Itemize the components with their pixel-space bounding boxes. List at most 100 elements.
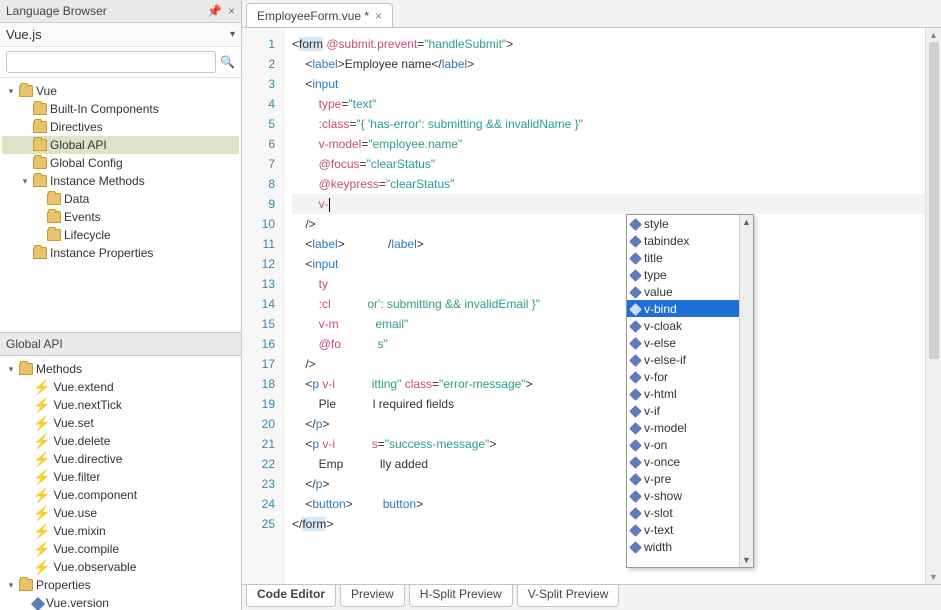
tree-item[interactable]: Global Config (2, 154, 239, 172)
autocomplete-item[interactable]: v-on (627, 436, 739, 453)
tree-item[interactable]: ⚡Vue.observable (2, 558, 239, 576)
tree-toggle-icon[interactable]: ▾ (20, 176, 30, 186)
autocomplete-item[interactable]: value (627, 283, 739, 300)
code-line: @focus="clearStatus" (292, 154, 925, 174)
line-number: 17 (242, 354, 275, 374)
tree-toggle-icon[interactable]: ▾ (6, 86, 16, 96)
tree-item[interactable]: Directives (2, 118, 239, 136)
close-icon[interactable]: × (228, 4, 235, 18)
tree-item[interactable]: ⚡Vue.delete (2, 432, 239, 450)
code-line: <p v-i s="success-message"> (292, 434, 925, 454)
tree-item[interactable]: Events (2, 208, 239, 226)
tree-label: Vue.use (53, 506, 97, 520)
line-number: 24 (242, 494, 275, 514)
close-icon[interactable]: × (375, 9, 382, 23)
line-number: 10 (242, 214, 275, 234)
tree-item[interactable]: ▾Vue (2, 82, 239, 100)
tree-item[interactable]: ⚡Vue.component (2, 486, 239, 504)
scroll-down-icon[interactable]: ▼ (742, 553, 751, 567)
tree-item[interactable]: ⚡Vue.mixin (2, 522, 239, 540)
tree-item[interactable]: ⚡Vue.directive (2, 450, 239, 468)
tree-item[interactable]: Instance Properties (2, 244, 239, 262)
scroll-down-icon[interactable]: ▼ (927, 570, 940, 584)
autocomplete-scrollbar[interactable]: ▲ ▼ (739, 215, 753, 567)
line-number: 7 (242, 154, 275, 174)
autocomplete-item[interactable]: width (627, 538, 739, 555)
autocomplete-item[interactable]: style (627, 215, 739, 232)
scroll-up-icon[interactable]: ▲ (927, 28, 940, 42)
code-area[interactable]: <form @submit.prevent="handleSubmit"> <l… (284, 28, 925, 584)
autocomplete-item[interactable]: v-else (627, 334, 739, 351)
tree-toggle-icon[interactable]: ▾ (6, 580, 16, 590)
code-line: <input (292, 74, 925, 94)
autocomplete-item[interactable]: title (627, 249, 739, 266)
code-line: @fo s" (292, 334, 925, 354)
tree-label: Vue.mixin (53, 524, 105, 538)
tree-item[interactable]: Vue.version (2, 594, 239, 610)
tree-item[interactable]: Global API (2, 136, 239, 154)
tree-item[interactable]: ⚡Vue.use (2, 504, 239, 522)
tree-item[interactable]: ⚡Vue.filter (2, 468, 239, 486)
search-icon[interactable]: 🔍 (220, 55, 235, 69)
code-line: v- (292, 194, 925, 214)
search-input[interactable] (6, 51, 216, 73)
tree-item[interactable]: ▾Methods (2, 360, 239, 378)
scroll-up-icon[interactable]: ▲ (742, 215, 751, 229)
tree-item[interactable]: ⚡Vue.set (2, 414, 239, 432)
autocomplete-label: title (644, 251, 663, 265)
bottom-tabbar: Code EditorPreviewH-Split PreviewV-Split… (242, 584, 941, 610)
autocomplete-item[interactable]: type (627, 266, 739, 283)
bolt-icon: ⚡ (33, 507, 50, 519)
bottom-tab[interactable]: H-Split Preview (409, 585, 513, 607)
tree-item[interactable]: ⚡Vue.nextTick (2, 396, 239, 414)
code-line: :cl or': submitting && invalidEmail }" (292, 294, 925, 314)
bottom-tab[interactable]: Code Editor (246, 585, 336, 607)
autocomplete-item[interactable]: v-if (627, 402, 739, 419)
autocomplete-item[interactable]: v-slot (627, 504, 739, 521)
line-number: 21 (242, 434, 275, 454)
autocomplete-item[interactable]: v-text (627, 521, 739, 538)
language-browser-header: Language Browser 📌 × (0, 0, 241, 23)
tree-item[interactable]: Built-In Components (2, 100, 239, 118)
tree-item[interactable]: Lifecycle (2, 226, 239, 244)
tree-item[interactable]: ⚡Vue.compile (2, 540, 239, 558)
file-tab[interactable]: EmployeeForm.vue * × (246, 3, 393, 27)
autocomplete-item[interactable]: v-pre (627, 470, 739, 487)
tree-item[interactable]: ⚡Vue.extend (2, 378, 239, 396)
editor-scrollbar[interactable]: ▲ ▼ (925, 28, 941, 584)
line-number: 5 (242, 114, 275, 134)
cube-icon (629, 354, 642, 367)
code-line: <p v-i itting" class="error-message"> (292, 374, 925, 394)
tree-item[interactable]: ▾Instance Methods (2, 172, 239, 190)
autocomplete-item[interactable]: v-for (627, 368, 739, 385)
autocomplete-item[interactable]: v-else-if (627, 351, 739, 368)
scroll-thumb[interactable] (929, 42, 939, 359)
pin-icon[interactable]: 📌 (207, 4, 222, 18)
cube-icon (629, 218, 642, 231)
bolt-icon: ⚡ (33, 381, 50, 393)
bolt-icon: ⚡ (33, 435, 50, 447)
line-number: 14 (242, 294, 275, 314)
autocomplete-item[interactable]: v-html (627, 385, 739, 402)
tree-toggle-icon[interactable]: ▾ (6, 364, 16, 374)
bottom-tab[interactable]: Preview (340, 585, 405, 607)
cube-icon (629, 422, 642, 435)
autocomplete-item[interactable]: v-cloak (627, 317, 739, 334)
language-dropdown[interactable]: Vue.js ▾ (0, 23, 241, 47)
code-line: Ple l required fields (292, 394, 925, 414)
bottom-tab[interactable]: V-Split Preview (517, 585, 620, 607)
autocomplete-item[interactable]: v-bind (627, 300, 739, 317)
bolt-icon: ⚡ (33, 525, 50, 537)
autocomplete-label: v-slot (644, 506, 673, 520)
cube-icon (629, 252, 642, 265)
autocomplete-item[interactable]: tabindex (627, 232, 739, 249)
line-number: 6 (242, 134, 275, 154)
autocomplete-item[interactable]: v-once (627, 453, 739, 470)
code-line: <input (292, 254, 925, 274)
autocomplete-item[interactable]: v-show (627, 487, 739, 504)
autocomplete-label: v-else-if (644, 353, 686, 367)
tree-item[interactable]: Data (2, 190, 239, 208)
cube-icon (629, 439, 642, 452)
autocomplete-item[interactable]: v-model (627, 419, 739, 436)
tree-item[interactable]: ▾Properties (2, 576, 239, 594)
